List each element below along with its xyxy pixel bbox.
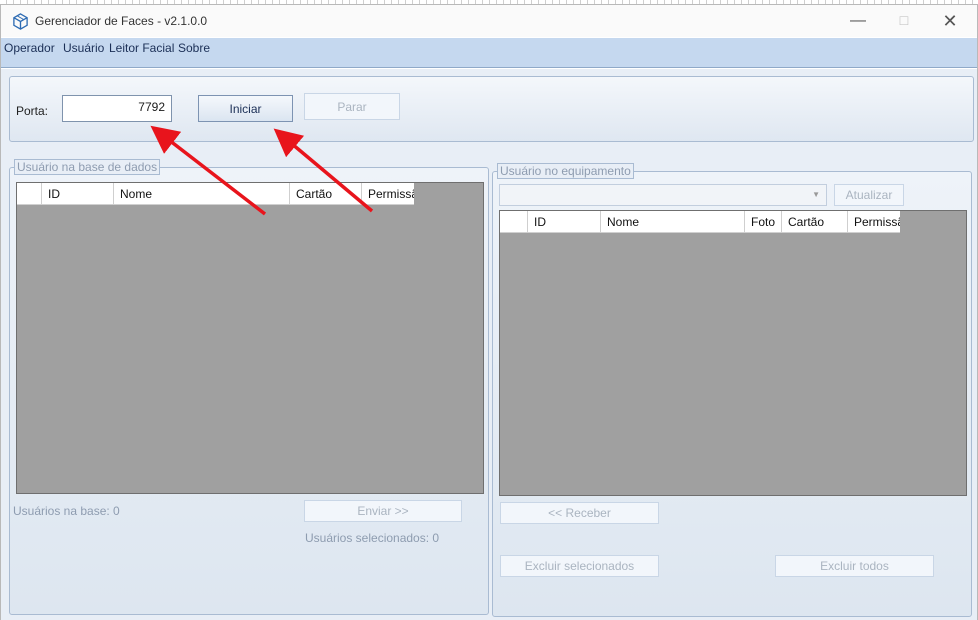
menu-bar: Operador Usuário Leitor Facial Sobre: [1, 38, 977, 68]
database-users-count: Usuários na base: 0: [13, 504, 120, 518]
database-grid-header: ID Nome Cartão Permissã: [17, 183, 414, 205]
database-grid-rowheader: [17, 183, 42, 205]
device-grid-rowheader: [500, 211, 528, 233]
device-col-foto[interactable]: Foto: [745, 211, 782, 233]
minimize-button[interactable]: —: [835, 5, 881, 37]
device-col-nome[interactable]: Nome: [601, 211, 745, 233]
server-panel: Porta: 7792 Iniciar Parar: [9, 76, 974, 142]
device-col-cartao[interactable]: Cartão: [782, 211, 848, 233]
close-button[interactable]: ✕: [927, 5, 973, 37]
database-col-cartao[interactable]: Cartão: [290, 183, 362, 205]
port-input[interactable]: 7792: [62, 95, 172, 122]
receive-button[interactable]: << Receber: [500, 502, 659, 524]
database-col-permissao[interactable]: Permissã: [362, 183, 414, 205]
window-title: Gerenciador de Faces - v2.1.0.0: [35, 14, 208, 28]
app-cube-icon: [13, 13, 28, 30]
close-icon: ✕: [942, 10, 958, 31]
menu-sobre[interactable]: Sobre: [178, 41, 210, 55]
database-users-group: Usuário na base de dados ID Nome Cartão …: [9, 159, 489, 615]
database-users-grid[interactable]: ID Nome Cartão Permissã: [16, 182, 484, 494]
device-users-grid[interactable]: ID Nome Foto Cartão Permissã: [499, 210, 967, 496]
device-users-group: Usuário no equipamento ▼ Atualizar ID No…: [492, 163, 972, 617]
database-col-nome[interactable]: Nome: [114, 183, 290, 205]
device-col-permissao[interactable]: Permissã: [848, 211, 900, 233]
port-label: Porta:: [16, 104, 49, 118]
device-select[interactable]: ▼: [499, 184, 827, 206]
minimize-icon: —: [850, 12, 866, 29]
maximize-button[interactable]: ☐: [881, 5, 927, 37]
maximize-icon: ☐: [898, 14, 910, 28]
title-bar[interactable]: Gerenciador de Faces - v2.1.0.0 — ☐ ✕: [1, 5, 977, 37]
stop-button[interactable]: Parar: [304, 93, 400, 120]
delete-all-button[interactable]: Excluir todos: [775, 555, 934, 577]
database-col-id[interactable]: ID: [42, 183, 114, 205]
app-window: Gerenciador de Faces - v2.1.0.0 — ☐ ✕ Op…: [0, 4, 978, 620]
menu-leitor-facial[interactable]: Leitor Facial: [109, 41, 174, 55]
chevron-down-icon: ▼: [812, 190, 820, 199]
selected-users-count: Usuários selecionados: 0: [305, 531, 440, 545]
main-content: Porta: 7792 Iniciar Parar Usuário na bas…: [1, 69, 977, 620]
delete-selected-button[interactable]: Excluir selecionados: [500, 555, 659, 577]
start-button[interactable]: Iniciar: [198, 95, 293, 122]
menu-usuario[interactable]: Usuário: [63, 41, 104, 55]
device-grid-header: ID Nome Foto Cartão Permissã: [500, 211, 900, 233]
send-button[interactable]: Enviar >>: [304, 500, 462, 522]
device-col-id[interactable]: ID: [528, 211, 601, 233]
menu-operador[interactable]: Operador: [4, 41, 55, 55]
database-users-group-title: Usuário na base de dados: [14, 159, 161, 175]
device-users-group-title: Usuário no equipamento: [497, 163, 634, 179]
refresh-button[interactable]: Atualizar: [834, 184, 904, 206]
